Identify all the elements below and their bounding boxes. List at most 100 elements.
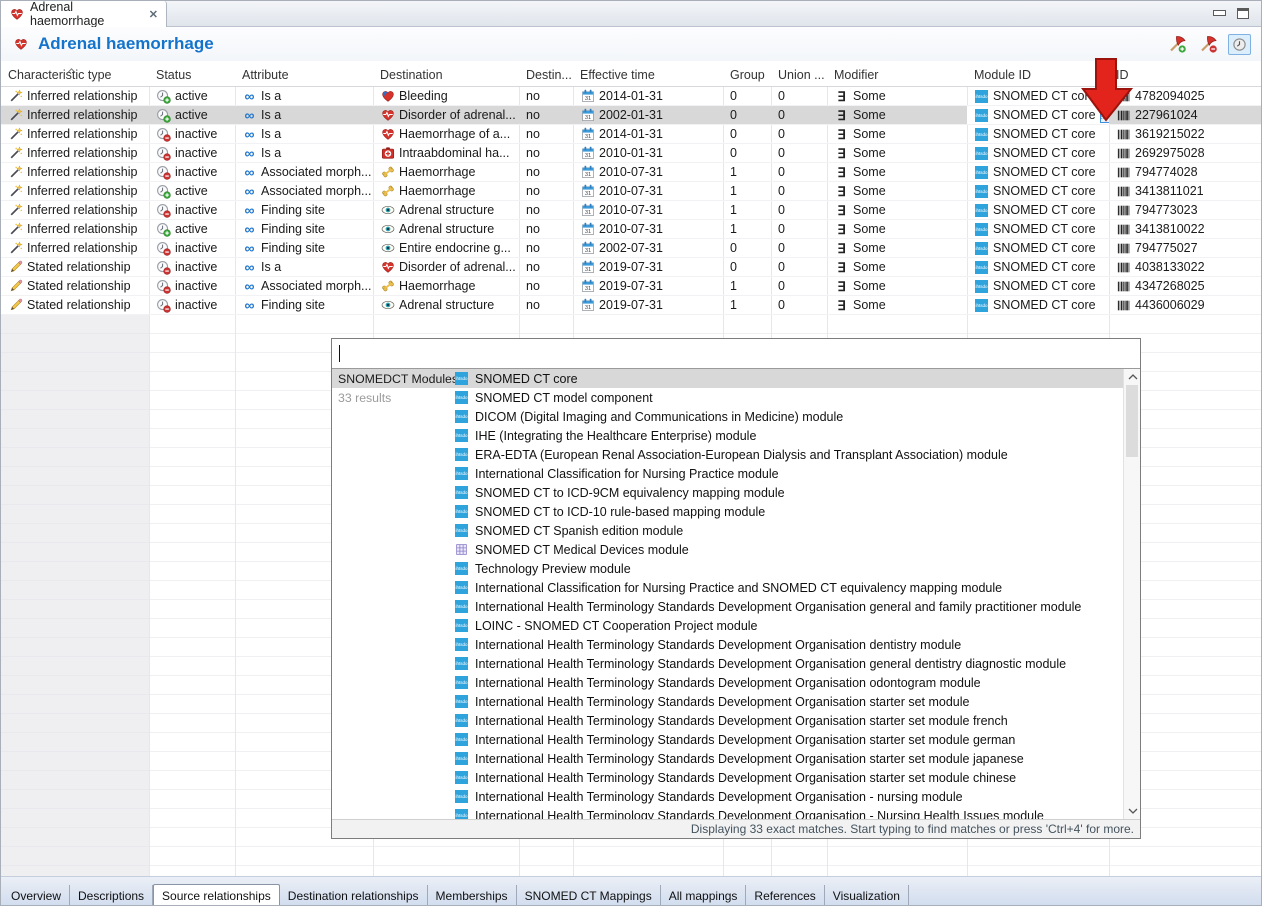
column-header-destin[interactable]: Destin... — [519, 61, 573, 86]
module-icon: ihtsdo — [454, 770, 469, 785]
tab-descriptions[interactable]: Descriptions — [70, 885, 153, 906]
column-header-label: Group — [730, 68, 765, 82]
scroll-up-button[interactable] — [1127, 372, 1138, 382]
close-icon[interactable]: ✕ — [149, 5, 158, 23]
module-list-item[interactable]: ihtsdoInternational Health Terminology S… — [454, 711, 1123, 730]
table-row[interactable]: Inferred relationshipactive∞Is aBleeding… — [1, 87, 1262, 106]
group-cell: 0 — [723, 87, 771, 105]
column-header-effective-time[interactable]: Effective time — [573, 61, 723, 86]
module-icon: ihtsdo — [454, 599, 469, 614]
module-list-item[interactable]: ihtsdoInternational Health Terminology S… — [454, 768, 1123, 787]
destination-cell: Disorder of adrenal... — [373, 258, 519, 276]
module-list-item[interactable]: ihtsdoInternational Classification for N… — [454, 464, 1123, 483]
module-list-item[interactable]: ihtsdoInternational Classification for N… — [454, 578, 1123, 597]
destination-cell: Disorder of adrenal... — [373, 106, 519, 124]
infinity-icon: ∞ — [242, 260, 257, 275]
column-header-module-id[interactable]: Module ID — [967, 61, 1109, 86]
barcode-icon — [1116, 222, 1131, 237]
module-list-item[interactable]: ihtsdoInternational Health Terminology S… — [454, 787, 1123, 806]
tab-source-relationships[interactable]: Source relationships — [153, 884, 280, 906]
module-list-item[interactable]: ihtsdoTechnology Preview module — [454, 559, 1123, 578]
table-row[interactable]: Stated relationshipinactive∞Is aDisorder… — [1, 258, 1262, 277]
cell-text: 0 — [778, 279, 785, 293]
effective-time-cell: 312010-07-31 — [573, 163, 723, 181]
editor-tab-adrenal-haemorrhage[interactable]: Adrenal haemorrhage ✕ — [1, 1, 167, 27]
table-row[interactable]: Inferred relationshipactive∞Associated m… — [1, 182, 1262, 201]
tab-references[interactable]: References — [746, 885, 824, 906]
table-row[interactable]: Inferred relationshipinactive∞Associated… — [1, 163, 1262, 182]
column-header-union[interactable]: Union ... — [771, 61, 827, 86]
table-row[interactable]: Inferred relationshipinactive∞Is aIntraa… — [1, 144, 1262, 163]
module-edit-button[interactable] — [1100, 108, 1109, 123]
module-list-item[interactable]: ihtsdoSNOMED CT to ICD-9CM equivalency m… — [454, 483, 1123, 502]
column-header-destination[interactable]: Destination — [373, 61, 519, 86]
table-row[interactable]: Inferred relationshipinactive∞Is aHaemor… — [1, 125, 1262, 144]
column-header-modifier[interactable]: Modifier — [827, 61, 967, 86]
column-header-id[interactable]: ID — [1109, 61, 1262, 86]
module-list-item[interactable]: ihtsdoLOINC - SNOMED CT Cooperation Proj… — [454, 616, 1123, 635]
history-toggle-button[interactable] — [1228, 34, 1251, 55]
cell-text: Some — [853, 241, 886, 255]
remove-relationship-button[interactable] — [1197, 34, 1220, 55]
view-buttons — [1213, 8, 1249, 19]
module-label: International Health Terminology Standar… — [475, 657, 1066, 671]
module-list-item[interactable]: ihtsdoInternational Health Terminology S… — [454, 673, 1123, 692]
column-header-group[interactable]: Group — [723, 61, 771, 86]
cell-text: 794774028 — [1135, 165, 1198, 179]
module-list-item[interactable]: ihtsdoSNOMED CT Spanish edition module — [454, 521, 1123, 540]
add-relationship-button[interactable] — [1166, 34, 1189, 55]
scroll-down-button[interactable] — [1127, 806, 1138, 816]
module-list-item[interactable]: ihtsdoInternational Health Terminology S… — [454, 806, 1123, 819]
module-list-item[interactable]: ihtsdoIHE (Integrating the Healthcare En… — [454, 426, 1123, 445]
table-row[interactable]: Stated relationshipinactive∞Finding site… — [1, 296, 1262, 315]
calendar-icon: 31 — [580, 241, 595, 256]
table-row[interactable]: Inferred relationshipinactive∞Finding si… — [1, 239, 1262, 258]
status-cell: inactive — [149, 239, 235, 257]
module-list-item[interactable]: ihtsdoSNOMED CT model component — [454, 388, 1123, 407]
calendar-icon: 31 — [580, 298, 595, 313]
module-list-item[interactable]: SNOMED CT Medical Devices module — [454, 540, 1123, 559]
tab-visualization[interactable]: Visualization — [825, 885, 909, 906]
column-header-status[interactable]: Status — [149, 61, 235, 86]
concept-heart-icon — [11, 35, 30, 54]
module-list-item[interactable]: ihtsdoInternational Health Terminology S… — [454, 749, 1123, 768]
module-label: SNOMED CT model component — [475, 391, 653, 405]
module-list-item[interactable]: ihtsdoDICOM (Digital Imaging and Communi… — [454, 407, 1123, 426]
attribute-cell: ∞Finding site — [235, 220, 373, 238]
characteristic-type-cell: Inferred relationship — [1, 163, 149, 181]
column-header-characteristic-type[interactable]: Characteristic type — [1, 61, 149, 86]
table-row[interactable]: Stated relationshipinactive∞Associated m… — [1, 277, 1262, 296]
scrollbar-thumb[interactable] — [1126, 385, 1138, 457]
module-list-item[interactable]: ihtsdoInternational Health Terminology S… — [454, 635, 1123, 654]
scrollbar[interactable] — [1123, 369, 1140, 819]
table-row[interactable]: Inferred relationshipinactive∞Finding si… — [1, 201, 1262, 220]
module-list-item[interactable]: ihtsdoERA-EDTA (European Renal Associati… — [454, 445, 1123, 464]
module-list-item[interactable]: ihtsdoInternational Health Terminology S… — [454, 654, 1123, 673]
destination-negated-cell: no — [519, 144, 573, 162]
editor-tab-label: Adrenal haemorrhage — [30, 0, 143, 28]
module-list-item[interactable]: ihtsdoInternational Health Terminology S… — [454, 730, 1123, 749]
module-list-item-selected[interactable]: ihtsdoSNOMED CT core — [454, 369, 1123, 388]
column-header-attribute[interactable]: Attribute — [235, 61, 373, 86]
maximize-button[interactable] — [1237, 8, 1249, 19]
tab-label: All mappings — [669, 889, 738, 903]
destination-negated-cell: no — [519, 87, 573, 105]
module-list-item[interactable]: ihtsdoSNOMED CT to ICD-10 rule-based map… — [454, 502, 1123, 521]
svg-text:31: 31 — [584, 210, 590, 216]
module-list-item[interactable]: ihtsdoInternational Health Terminology S… — [454, 692, 1123, 711]
minimize-button[interactable] — [1213, 8, 1225, 19]
tab-memberships[interactable]: Memberships — [428, 885, 517, 906]
exists-icon: ∃ — [834, 260, 849, 275]
tab-overview[interactable]: Overview — [3, 885, 70, 906]
id-cell: 4782094025 — [1109, 87, 1262, 105]
module-search-input[interactable] — [332, 339, 1140, 369]
clock-remove-icon — [156, 260, 171, 275]
union-group-cell: 0 — [771, 201, 827, 219]
table-row[interactable]: Inferred relationshipactive∞Is aDisorder… — [1, 106, 1262, 125]
cell-text: SNOMED CT core — [993, 146, 1096, 160]
table-row[interactable]: Inferred relationshipactive∞Finding site… — [1, 220, 1262, 239]
module-list-item[interactable]: ihtsdoInternational Health Terminology S… — [454, 597, 1123, 616]
tab-snomed-ct-mappings[interactable]: SNOMED CT Mappings — [517, 885, 661, 906]
tab-destination-relationships[interactable]: Destination relationships — [280, 885, 428, 906]
tab-all-mappings[interactable]: All mappings — [661, 885, 747, 906]
